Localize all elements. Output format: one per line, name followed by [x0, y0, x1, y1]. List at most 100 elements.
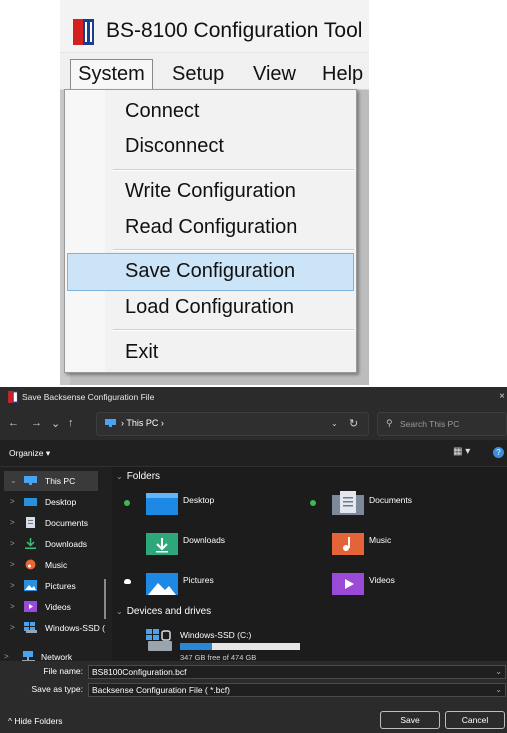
- folder-label: Music: [369, 535, 392, 545]
- documents-folder-icon: [332, 491, 364, 515]
- folder-videos[interactable]: Videos: [332, 571, 482, 599]
- menu-item-label: Disconnect: [125, 135, 224, 157]
- chevron-right-icon[interactable]: >: [4, 652, 9, 661]
- sidebar-item-windows-ssd[interactable]: > Windows-SSD (: [0, 618, 108, 638]
- sidebar-item-this-pc[interactable]: ⌄ This PC: [4, 471, 98, 491]
- content-pane: ⌄ Folders Desktop Documents Downloads Mus…: [112, 467, 507, 663]
- view-options-icon[interactable]: ▦ ▾: [453, 446, 470, 457]
- folder-label: Downloads: [183, 535, 226, 545]
- drive-usage-bar: [180, 643, 300, 650]
- organize-button[interactable]: Organize ▾: [9, 448, 50, 459]
- sync-status-icon: [310, 500, 316, 506]
- menu-help[interactable]: Help: [322, 60, 363, 90]
- close-icon[interactable]: ×: [499, 391, 505, 402]
- chevron-right-icon[interactable]: >: [10, 602, 15, 611]
- back-arrow-icon[interactable]: ←: [8, 417, 19, 429]
- chevron-down-icon[interactable]: ⌄: [495, 685, 502, 694]
- menu-item-label: Save Configuration: [125, 260, 296, 282]
- menu-view[interactable]: View: [253, 60, 296, 90]
- menu-item-save-configuration[interactable]: Save Configuration: [67, 253, 354, 291]
- videos-folder-icon: [332, 573, 364, 595]
- sidebar-item-documents[interactable]: > Documents: [0, 513, 108, 533]
- documents-icon: [26, 517, 35, 528]
- save-dialog: Save Backsense Configuration File × ← → …: [0, 387, 507, 733]
- section-header-label: Devices and drives: [126, 606, 212, 617]
- menu-separator: [113, 169, 354, 171]
- address-path: › This PC ›: [121, 418, 164, 428]
- menu-item-load-configuration[interactable]: Load Configuration: [65, 290, 356, 326]
- pictures-folder-icon: [146, 573, 178, 595]
- menu-item-read-configuration[interactable]: Read Configuration: [65, 210, 356, 246]
- chevron-right-icon[interactable]: >: [10, 623, 15, 632]
- up-arrow-icon[interactable]: ↑: [68, 417, 74, 429]
- chevron-right-icon[interactable]: >: [10, 518, 15, 527]
- recent-locations-chevron-icon[interactable]: ⌄: [51, 417, 60, 430]
- menu-setup[interactable]: Setup: [172, 60, 224, 90]
- folder-desktop[interactable]: Desktop: [146, 491, 296, 519]
- cancel-button[interactable]: Cancel: [445, 711, 505, 729]
- section-header-label: Folders: [126, 471, 161, 482]
- folder-pictures[interactable]: Pictures: [146, 571, 296, 599]
- chevron-down-icon: ⌄: [116, 607, 123, 616]
- hide-folders-button[interactable]: ^ Hide Folders: [8, 716, 63, 726]
- sidebar-item-label: Videos: [45, 602, 71, 612]
- chevron-right-icon[interactable]: >: [10, 497, 15, 506]
- sidebar-scrollbar[interactable]: [104, 579, 106, 619]
- sidebar-item-videos[interactable]: > Videos: [0, 597, 108, 617]
- app-titlebar: BS-8100 Configuration Tool: [60, 0, 369, 53]
- section-header-folders[interactable]: ⌄ Folders: [116, 471, 160, 482]
- drive-windows-ssd[interactable]: Windows-SSD (C:) 347 GB free of 474 GB: [146, 627, 316, 663]
- address-bar[interactable]: › This PC › ⌄ ↻: [96, 412, 369, 436]
- forward-arrow-icon[interactable]: →: [31, 417, 42, 429]
- chevron-down-icon[interactable]: ⌄: [10, 476, 17, 485]
- save-button[interactable]: Save: [380, 711, 440, 729]
- chevron-down-icon[interactable]: ⌄: [495, 667, 502, 676]
- menu-item-exit[interactable]: Exit: [65, 335, 356, 371]
- folder-label: Videos: [369, 575, 395, 585]
- dialog-title: Save Backsense Configuration File: [22, 392, 155, 402]
- app-logo-icon: [8, 391, 18, 403]
- folder-music[interactable]: Music: [332, 531, 482, 559]
- menu-system[interactable]: System: [70, 59, 153, 92]
- videos-icon: [24, 601, 37, 612]
- navigation-bar: ← → ⌄ ↑ › This PC › ⌄ ↻ ⚲: [0, 408, 507, 440]
- system-menu-dropdown: Connect Disconnect Write Configuration R…: [64, 89, 357, 373]
- menu-item-write-configuration[interactable]: Write Configuration: [65, 174, 356, 210]
- chevron-right-icon[interactable]: >: [10, 581, 15, 590]
- help-icon[interactable]: ?: [493, 447, 504, 458]
- drive-icon: [24, 622, 37, 633]
- sidebar-item-label: Documents: [45, 518, 88, 528]
- desktop-folder-icon: [146, 493, 178, 515]
- sidebar-item-music[interactable]: > Music: [0, 555, 108, 575]
- menu-item-connect[interactable]: Connect: [65, 94, 356, 130]
- pc-icon: [105, 419, 116, 427]
- sidebar-item-downloads[interactable]: > Downloads: [0, 534, 108, 554]
- search-icon: ⚲: [386, 418, 393, 428]
- menu-item-disconnect[interactable]: Disconnect: [65, 129, 356, 165]
- file-name-field[interactable]: BS8100Configuration.bcf ⌄: [88, 665, 506, 679]
- downloads-icon: [25, 538, 36, 549]
- chevron-right-icon[interactable]: >: [10, 539, 15, 548]
- pictures-icon: [24, 580, 37, 591]
- save-type-select[interactable]: Backsense Configuration File ( *.bcf) ⌄: [88, 683, 506, 697]
- address-separator: ›: [121, 418, 124, 428]
- folder-downloads[interactable]: Downloads: [146, 531, 296, 559]
- sidebar-item-pictures[interactable]: > Pictures: [0, 576, 108, 596]
- menu-item-label: Load Configuration: [125, 296, 295, 318]
- navigation-pane: ⌄ This PC > Desktop > Documents > Downlo…: [0, 467, 112, 662]
- app-window: BS-8100 Configuration Tool System Setup …: [60, 0, 369, 385]
- command-bar: Organize ▾ ▦ ▾ ?: [0, 440, 507, 467]
- breadcrumb-this-pc[interactable]: This PC: [126, 418, 158, 428]
- section-header-devices[interactable]: ⌄ Devices and drives: [116, 606, 211, 617]
- sidebar-item-desktop[interactable]: > Desktop: [0, 492, 108, 512]
- file-name-value: BS8100Configuration.bcf: [92, 667, 187, 677]
- chevron-down-icon[interactable]: ⌄: [331, 419, 338, 428]
- search-box[interactable]: ⚲: [377, 412, 507, 436]
- drive-label: Windows-SSD (C:): [180, 630, 252, 640]
- search-input[interactable]: [398, 416, 502, 432]
- refresh-icon[interactable]: ↻: [349, 417, 358, 430]
- file-fields: File name: BS8100Configuration.bcf ⌄ Sav…: [0, 661, 507, 701]
- folder-documents[interactable]: Documents: [332, 491, 482, 519]
- chevron-right-icon[interactable]: >: [10, 560, 15, 569]
- chevron-down-icon: ⌄: [116, 472, 123, 481]
